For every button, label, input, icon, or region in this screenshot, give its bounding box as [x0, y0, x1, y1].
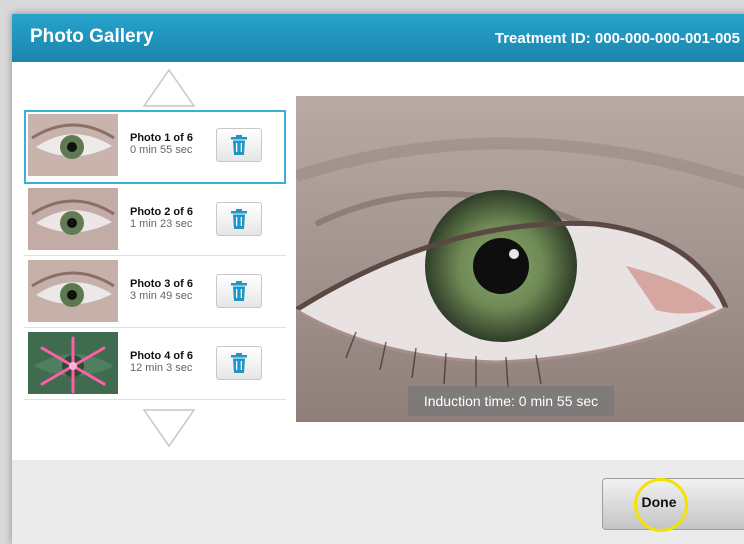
delete-photo-button[interactable] [216, 128, 262, 162]
title-bar: Photo Gallery Treatment ID: 000-000-000-… [12, 14, 744, 62]
trash-icon [231, 281, 247, 301]
photo-gallery-window: Photo Gallery Treatment ID: 000-000-000-… [12, 14, 744, 544]
photo-thumbnail [28, 114, 118, 176]
photo-title: Photo 4 of 6 [130, 350, 193, 362]
induction-time-caption: Induction time: 0 min 55 sec [408, 386, 614, 416]
photo-list-item[interactable]: Photo 2 of 6 1 min 23 sec [24, 184, 286, 256]
page-title: Photo Gallery [30, 26, 154, 47]
photo-time: 0 min 55 sec [130, 144, 193, 156]
photo-list-item[interactable]: Photo 3 of 6 3 min 49 sec [24, 256, 286, 328]
photo-thumbnail [28, 260, 118, 322]
done-button[interactable]: Done [602, 478, 744, 530]
trash-icon [231, 353, 247, 373]
delete-photo-button[interactable] [216, 274, 262, 308]
photo-thumbnail [28, 332, 118, 394]
triangle-down-icon [142, 409, 196, 448]
photo-time: 3 min 49 sec [130, 290, 193, 302]
photo-title: Photo 1 of 6 [130, 132, 193, 144]
delete-photo-button[interactable] [216, 202, 262, 236]
scroll-up-button[interactable] [142, 68, 196, 108]
photo-list-item[interactable]: Photo 1 of 6 0 min 55 sec [24, 110, 286, 184]
photo-list: Photo 1 of 6 0 min 55 sec Photo 2 of 6 1… [24, 110, 286, 400]
photo-viewer: Induction time: 0 min 55 sec [296, 96, 744, 422]
thumbnail-panel: Photo 1 of 6 0 min 55 sec Photo 2 of 6 1… [24, 68, 286, 454]
scroll-down-button[interactable] [142, 408, 196, 448]
delete-photo-button[interactable] [216, 346, 262, 380]
trash-icon [231, 209, 247, 229]
photo-time: 12 min 3 sec [130, 362, 193, 374]
footer-bar: Done [12, 460, 744, 544]
photo-title: Photo 2 of 6 [130, 206, 193, 218]
done-button-label: Done [641, 494, 677, 510]
photo-title: Photo 3 of 6 [130, 278, 193, 290]
photo-thumbnail [28, 188, 118, 250]
photo-time: 1 min 23 sec [130, 218, 193, 230]
photo-list-item[interactable]: Photo 4 of 6 12 min 3 sec [24, 328, 286, 400]
treatment-id: Treatment ID: 000-000-000-001-005 [494, 30, 740, 47]
eye-photo [296, 96, 744, 422]
triangle-up-icon [142, 68, 196, 107]
trash-icon [231, 135, 247, 155]
